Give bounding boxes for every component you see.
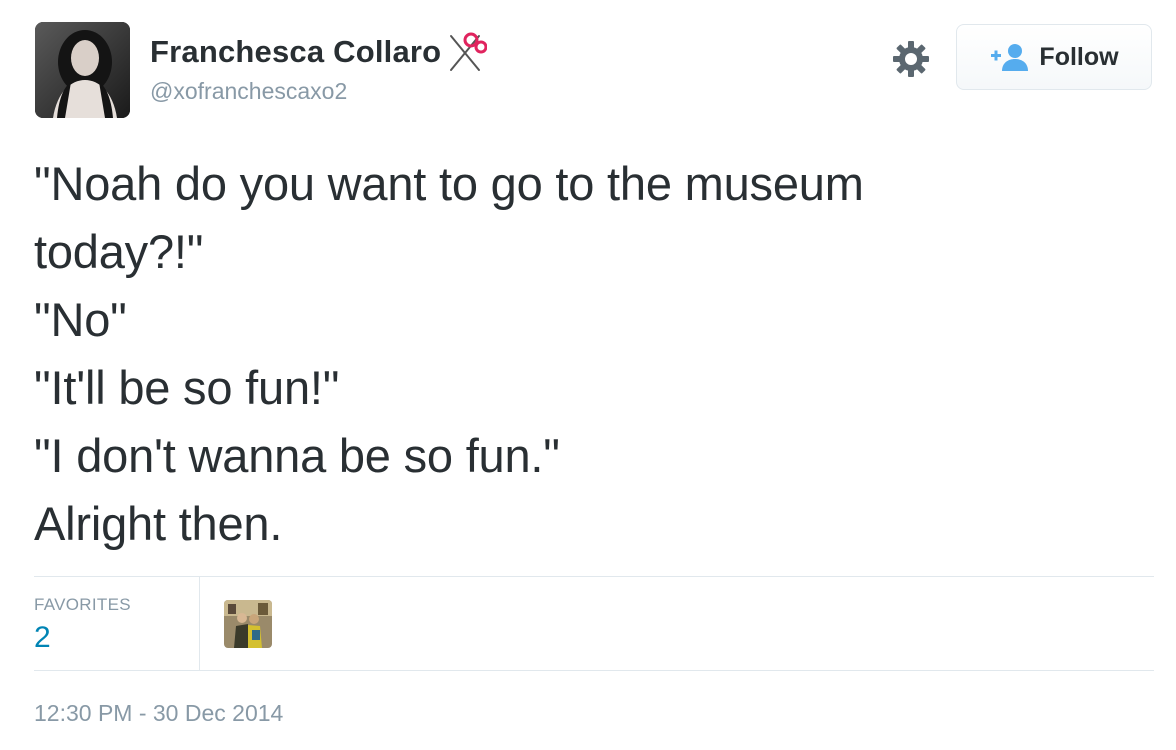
display-name-row: Franchesca Collaro: [150, 30, 488, 74]
add-user-icon: [989, 41, 1031, 73]
screen-name[interactable]: @xofranchescaxo2: [150, 78, 487, 105]
tweet-timestamp[interactable]: 12:30 PM - 30 Dec 2014: [34, 700, 283, 727]
user-avatar[interactable]: [35, 22, 130, 118]
favorites-stat[interactable]: FAVORITES 2: [34, 577, 200, 670]
favorites-label: FAVORITES: [34, 595, 131, 614]
gear-icon[interactable]: [890, 38, 932, 80]
favoriter-avatar[interactable]: [224, 600, 272, 648]
follow-label: Follow: [1039, 42, 1119, 71]
avatar-photo: [35, 22, 130, 118]
tweet-line: Alright then.: [34, 497, 283, 550]
tweet-line: "No": [34, 293, 127, 346]
tweet-line: "Noah do you want to go to the museum: [34, 157, 864, 210]
tweet-card: Franchesca Collaro @xofranchescaxo2 Foll…: [0, 0, 1176, 750]
tweet-line: "I don't wanna be so fun.": [34, 429, 560, 482]
follow-button[interactable]: Follow: [956, 24, 1152, 90]
scissors-icon: [443, 30, 488, 74]
tweet-line: today?!": [34, 225, 204, 278]
tweet-line: "It'll be so fun!": [34, 361, 340, 414]
display-name[interactable]: Franchesca Collaro: [150, 34, 441, 70]
tweet-stats: FAVORITES 2: [34, 576, 1154, 671]
user-name-block[interactable]: Franchesca Collaro @xofranchescaxo2: [150, 30, 488, 105]
favorites-count[interactable]: 2: [34, 621, 51, 655]
tweet-text: "Noah do you want to go to the museum to…: [34, 150, 1144, 558]
favoriter-photo: [224, 600, 272, 648]
